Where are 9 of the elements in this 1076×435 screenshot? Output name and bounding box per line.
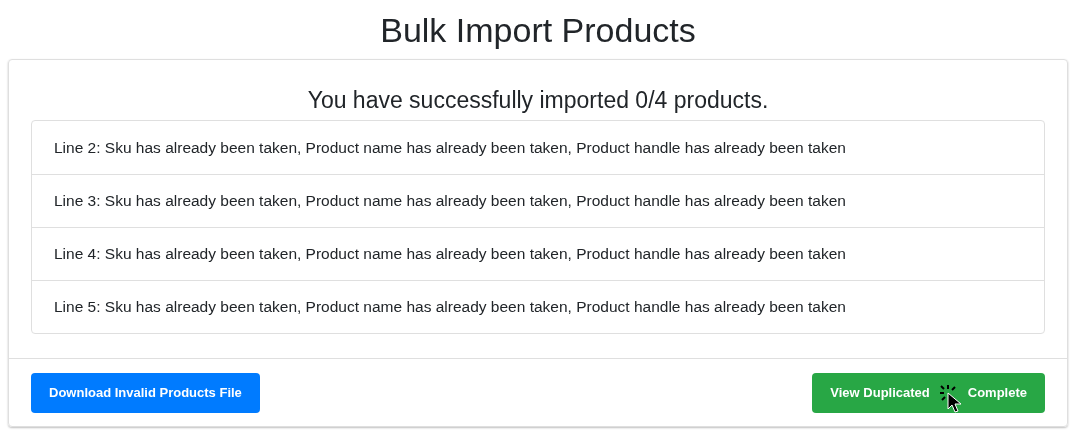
page-title: Bulk Import Products <box>380 10 696 51</box>
view-duplicated-button[interactable]: View Duplicated <box>812 372 950 413</box>
result-heading: You have successfully imported 0/4 products. <box>306 86 770 115</box>
error-message: Line 2: Sku has already been taken, Product name has already been taken, Product handle has already been taken <box>54 137 846 158</box>
error-message: Line 3: Sku has already been taken, Product name has already been taken, Product handle has already been taken <box>54 191 846 212</box>
complete-button[interactable]: Complete <box>949 372 1045 413</box>
download-button[interactable]: Download Invalid Products File <box>31 372 260 413</box>
error-message: Line 4: Sku has already been taken, Product name has already been taken, Product handle has already been taken <box>54 244 846 265</box>
error-message: Line 5: Sku has already been taken, Product name has already been taken, Product handle has already been taken <box>54 297 846 318</box>
